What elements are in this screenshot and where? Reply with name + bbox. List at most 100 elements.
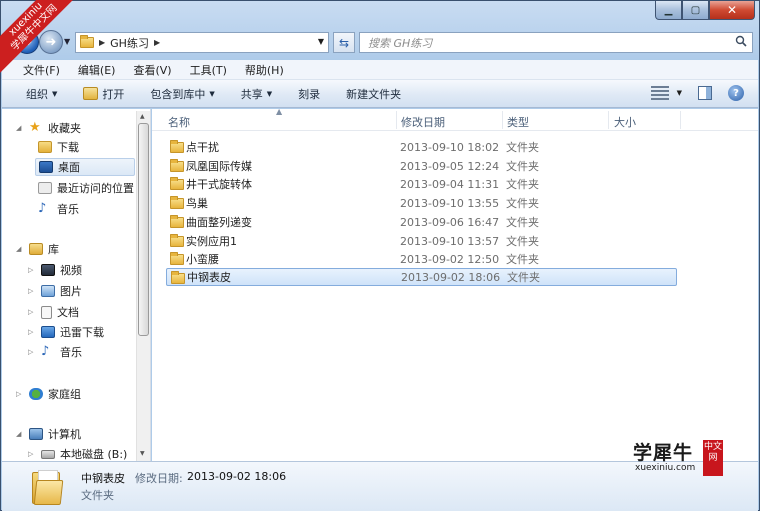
search-icon[interactable] <box>735 35 747 47</box>
burn-button[interactable]: 刻录 <box>298 86 320 102</box>
maximize-button[interactable]: ▢ <box>682 1 709 20</box>
toolbar-right: ▼ ? <box>650 85 744 101</box>
nav-desktop[interactable]: 桌面 <box>35 158 135 176</box>
recent-places-icon <box>38 182 52 194</box>
minimize-button[interactable]: ▁ <box>655 1 682 20</box>
new-folder-button[interactable]: 新建文件夹 <box>346 86 401 102</box>
nav-scrollbar-thumb[interactable] <box>138 123 149 336</box>
table-row[interactable]: 曲面整列递变 2013-09-06 16:47 文件夹 <box>166 213 677 231</box>
folder-icon <box>170 177 184 190</box>
help-icon[interactable]: ? <box>728 85 744 101</box>
include-in-library-button[interactable]: 包含到库中 ▼ <box>150 86 214 102</box>
search-input[interactable]: 搜索 GH练习 <box>359 32 753 53</box>
file-type: 文件夹 <box>506 178 539 191</box>
nav-recent-places[interactable]: 最近访问的位置 <box>38 179 134 197</box>
share-button[interactable]: 共享 ▼ <box>241 86 272 102</box>
column-name[interactable]: 名称 <box>168 114 190 130</box>
address-bar[interactable]: ▶ GH练习 ▶ ▼ <box>75 32 329 53</box>
folder-icon <box>170 159 184 172</box>
menu-view[interactable]: 查看(V) <box>130 62 174 78</box>
file-name: 小蛮腰 <box>186 253 219 266</box>
nav-pictures[interactable]: ▷ 图片 <box>28 282 82 300</box>
close-icon: ✕ <box>726 3 738 17</box>
nav-documents[interactable]: ▷ 文档 <box>28 303 79 321</box>
address-dropdown-icon[interactable]: ▼ <box>318 37 324 46</box>
file-name: 井干式旋转体 <box>186 178 252 191</box>
file-name: 曲面整列递变 <box>186 216 252 229</box>
caption-buttons: ▁ ▢ ✕ <box>655 1 755 20</box>
table-row[interactable]: 小蛮腰 2013-09-02 12:50 文件夹 <box>166 250 677 268</box>
breadcrumb-current[interactable]: GH练习 <box>110 35 149 51</box>
collapse-arrow-icon: ▷ <box>28 328 34 336</box>
sort-ascending-icon: ▲ <box>276 107 283 116</box>
folder-icon <box>170 234 184 247</box>
navigation-pane: ◢ ★ 收藏夹 下载 桌面 最近访问的位置 ♪ 音乐 ◢ 库 ▷ 视频 ▷ 图片… <box>2 109 151 461</box>
column-date[interactable]: 修改日期 <box>401 114 445 130</box>
file-date: 2013-09-10 13:55 <box>400 196 500 210</box>
nav-music-library[interactable]: ▷ ♪ 音乐 <box>28 343 82 361</box>
minimize-icon: ▁ <box>664 4 673 16</box>
open-folder-icon <box>83 87 99 100</box>
watermark-logo: 学犀牛 xuexiniu.com 中文网 <box>633 438 729 478</box>
view-list-icon <box>650 86 669 100</box>
details-file-type: 文件夹 <box>81 489 114 502</box>
file-type: 文件夹 <box>506 141 539 154</box>
column-size[interactable]: 大小 <box>614 114 636 130</box>
organize-button[interactable]: 组织 ▼ <box>26 86 57 102</box>
pictures-icon <box>41 285 55 297</box>
column-type[interactable]: 类型 <box>507 114 529 130</box>
music-note-icon: ♪ <box>38 201 47 216</box>
file-date: 2013-09-06 16:47 <box>400 215 500 229</box>
breadcrumb-separator-tail[interactable]: ▶ <box>154 38 160 47</box>
nav-favorites[interactable]: ◢ ★ 收藏夹 <box>16 119 81 137</box>
menu-tools[interactable]: 工具(T) <box>187 62 230 78</box>
explorer-window: xuexiniu 学犀牛中文网 ▁ ▢ ✕ ➜ ➜ ▼ ▶ GH练习 ▶ ▼ ⇆… <box>0 0 760 511</box>
folder-icon <box>170 215 184 228</box>
breadcrumb-separator[interactable]: ▶ <box>99 38 105 47</box>
include-label: 包含到库中 <box>150 87 206 101</box>
scroll-up-arrow-icon[interactable]: ▲ <box>140 113 145 120</box>
table-row-selected[interactable]: 中钢表皮 2013-09-02 18:06 文件夹 <box>166 268 677 286</box>
table-row[interactable]: 点干扰 2013-09-10 18:02 文件夹 <box>166 138 677 156</box>
column-divider[interactable] <box>608 111 609 129</box>
file-date: 2013-09-05 12:24 <box>400 159 500 173</box>
details-date-value: 2013-09-02 18:06 <box>187 470 287 483</box>
table-row[interactable]: 实例应用1 2013-09-10 13:57 文件夹 <box>166 232 677 250</box>
close-button[interactable]: ✕ <box>709 1 755 20</box>
nav-local-disk[interactable]: ▷ 本地磁盘 (B:) <box>28 445 127 461</box>
recent-pages-dropdown[interactable]: ▼ <box>64 37 70 46</box>
file-type: 文件夹 <box>506 216 539 229</box>
open-button[interactable]: 打开 <box>83 86 124 102</box>
collapse-arrow-icon: ▷ <box>28 308 34 316</box>
column-divider[interactable] <box>396 111 397 129</box>
search-placeholder: 搜索 GH练习 <box>368 36 433 50</box>
table-row[interactable]: 凤凰国际传媒 2013-09-05 12:24 文件夹 <box>166 157 677 175</box>
chevron-down-icon: ▼ <box>52 89 58 98</box>
preview-pane-icon[interactable] <box>698 86 712 100</box>
document-icon <box>41 305 52 319</box>
forward-button[interactable]: ➜ <box>39 30 63 54</box>
nav-downloads[interactable]: 下载 <box>38 138 79 156</box>
refresh-button[interactable]: ⇆ <box>333 32 355 53</box>
column-divider[interactable] <box>680 111 681 129</box>
nav-libraries[interactable]: ◢ 库 <box>16 240 59 258</box>
nav-computer[interactable]: ◢ 计算机 <box>16 425 81 443</box>
nav-music-favorite[interactable]: ♪ 音乐 <box>38 200 79 218</box>
nav-homegroup[interactable]: ▷ 家庭组 <box>16 385 81 403</box>
menu-help[interactable]: 帮助(H) <box>242 62 287 78</box>
view-options-button[interactable]: ▼ <box>650 86 682 100</box>
file-date: 2013-09-10 13:57 <box>400 234 500 248</box>
menu-edit[interactable]: 编辑(E) <box>75 62 119 78</box>
refresh-icon: ⇆ <box>338 35 350 50</box>
star-icon: ★ <box>29 120 41 135</box>
nav-thunder-downloads[interactable]: ▷ 迅雷下载 <box>28 323 104 341</box>
nav-videos[interactable]: ▷ 视频 <box>28 261 82 279</box>
menu-file[interactable]: 文件(F) <box>20 62 63 78</box>
table-row[interactable]: 井干式旋转体 2013-09-04 11:31 文件夹 <box>166 175 677 193</box>
table-row[interactable]: 鸟巢 2013-09-10 13:55 文件夹 <box>166 194 677 212</box>
scroll-down-arrow-icon[interactable]: ▼ <box>140 450 145 457</box>
nav-music-fav-label: 音乐 <box>57 203 79 216</box>
organize-label: 组织 <box>26 87 48 101</box>
file-date: 2013-09-04 11:31 <box>400 177 500 191</box>
column-divider[interactable] <box>502 111 503 129</box>
